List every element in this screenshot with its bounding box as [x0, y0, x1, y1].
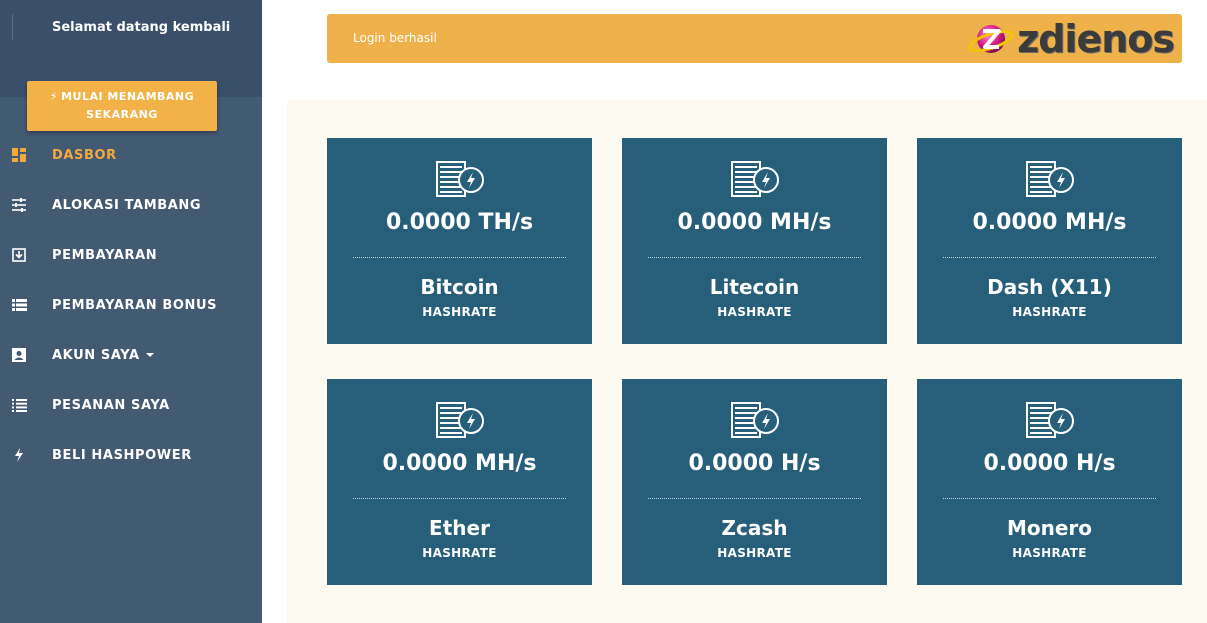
- ordered-list-icon: [11, 397, 27, 413]
- hashrate-value: 0.0000 TH/s: [385, 210, 534, 235]
- sidebar-item-beli-hashpower[interactable]: BELI HASHPOWER: [0, 440, 262, 470]
- coin-name: Monero: [1006, 516, 1093, 540]
- hashrate-label: HASHRATE: [717, 546, 792, 560]
- hashrate-value: 0.0000 MH/s: [972, 210, 1127, 235]
- logo-globe-icon: [968, 25, 1014, 53]
- divider: [648, 498, 861, 499]
- server-bolt-icon: [1026, 402, 1074, 438]
- coin-name: Ether: [429, 516, 490, 540]
- divider: [648, 257, 861, 258]
- hashrate-label: HASHRATE: [1012, 546, 1087, 560]
- hashrate-value: 0.0000 H/s: [688, 451, 821, 476]
- sidebar-item-akun-saya[interactable]: AKUN SAYA: [0, 340, 262, 370]
- welcome-text: Selamat datang kembali: [52, 20, 231, 35]
- server-bolt-icon: [436, 402, 484, 438]
- server-bolt-icon: [436, 161, 484, 197]
- hashrate-value: 0.0000 H/s: [983, 451, 1116, 476]
- download-icon: [11, 247, 27, 263]
- sidebar-item-pembayaran-bonus[interactable]: PEMBAYARAN BONUS: [0, 290, 262, 320]
- hashrate-label: HASHRATE: [422, 546, 497, 560]
- sidebar-item-label: PEMBAYARAN: [52, 247, 158, 263]
- logo-text: zdienos: [1017, 17, 1175, 61]
- hashrate-label: HASHRATE: [1012, 305, 1087, 319]
- sidebar-item-dasbor[interactable]: DASBOR: [0, 140, 262, 170]
- account-icon: [11, 347, 27, 363]
- hashrate-label: HASHRATE: [717, 305, 792, 319]
- coin-name: Bitcoin: [420, 275, 499, 299]
- divider: [943, 257, 1156, 258]
- hashrate-card-bitcoin: 0.0000 TH/s Bitcoin HASHRATE: [327, 138, 592, 344]
- sidebar-item-label: PEMBAYARAN BONUS: [52, 297, 218, 313]
- hashrate-card-ether: 0.0000 MH/s Ether HASHRATE: [327, 379, 592, 585]
- sidebar-item-label: ALOKASI TAMBANG: [52, 197, 202, 213]
- coin-name: Dash (X11): [987, 275, 1112, 299]
- sidebar-item-alokasi-tambang[interactable]: ALOKASI TAMBANG: [0, 190, 262, 220]
- divider: [353, 257, 566, 258]
- sidebar-item-label: DASBOR: [52, 147, 117, 163]
- divider: [943, 498, 1156, 499]
- hashrate-value: 0.0000 MH/s: [382, 451, 537, 476]
- hashrate-label: HASHRATE: [422, 305, 497, 319]
- hashrate-card-zcash: 0.0000 H/s Zcash HASHRATE: [622, 379, 887, 585]
- sidebar-item-label: BELI HASHPOWER: [52, 447, 192, 463]
- server-bolt-icon: [731, 402, 779, 438]
- bolt-icon: [11, 447, 27, 463]
- sidebar-item-pembayaran[interactable]: PEMBAYARAN: [0, 240, 262, 270]
- start-mining-button[interactable]: ⚡ MULAI MENAMBANG SEKARANG: [27, 81, 217, 131]
- akun-saya-label: AKUN SAYA: [52, 347, 140, 363]
- sidebar-item-label: PESANAN SAYA: [52, 397, 170, 413]
- list-icon: [11, 297, 27, 313]
- alert-message: Login berhasil: [353, 31, 437, 45]
- sidebar-item-label: AKUN SAYA: [52, 348, 154, 363]
- hashrate-card-dash: 0.0000 MH/s Dash (X11) HASHRATE: [917, 138, 1182, 344]
- divider: [12, 14, 13, 40]
- sidebar-item-pesanan-saya[interactable]: PESANAN SAYA: [0, 390, 262, 420]
- hashrate-card-litecoin: 0.0000 MH/s Litecoin HASHRATE: [622, 138, 887, 344]
- brand-logo[interactable]: zdienos: [967, 17, 1175, 61]
- sliders-icon: [11, 197, 27, 213]
- hashrate-value: 0.0000 MH/s: [677, 210, 832, 235]
- coin-name: Litecoin: [709, 275, 800, 299]
- bolt-icon: ⚡: [49, 90, 59, 103]
- dashboard-icon: [11, 147, 27, 163]
- divider: [353, 498, 566, 499]
- coin-name: Zcash: [721, 516, 788, 540]
- success-alert: Login berhasil zdienos: [327, 14, 1182, 63]
- hashrate-card-monero: 0.0000 H/s Monero HASHRATE: [917, 379, 1182, 585]
- start-mining-label-1: MULAI MENAMBANG: [61, 90, 195, 103]
- server-bolt-icon: [1026, 161, 1074, 197]
- caret-down-icon: [145, 353, 154, 357]
- start-mining-label-2: SEKARANG: [86, 108, 158, 121]
- server-bolt-icon: [731, 161, 779, 197]
- sidebar: Selamat datang kembali ⚡ MULAI MENAMBANG …: [0, 0, 262, 623]
